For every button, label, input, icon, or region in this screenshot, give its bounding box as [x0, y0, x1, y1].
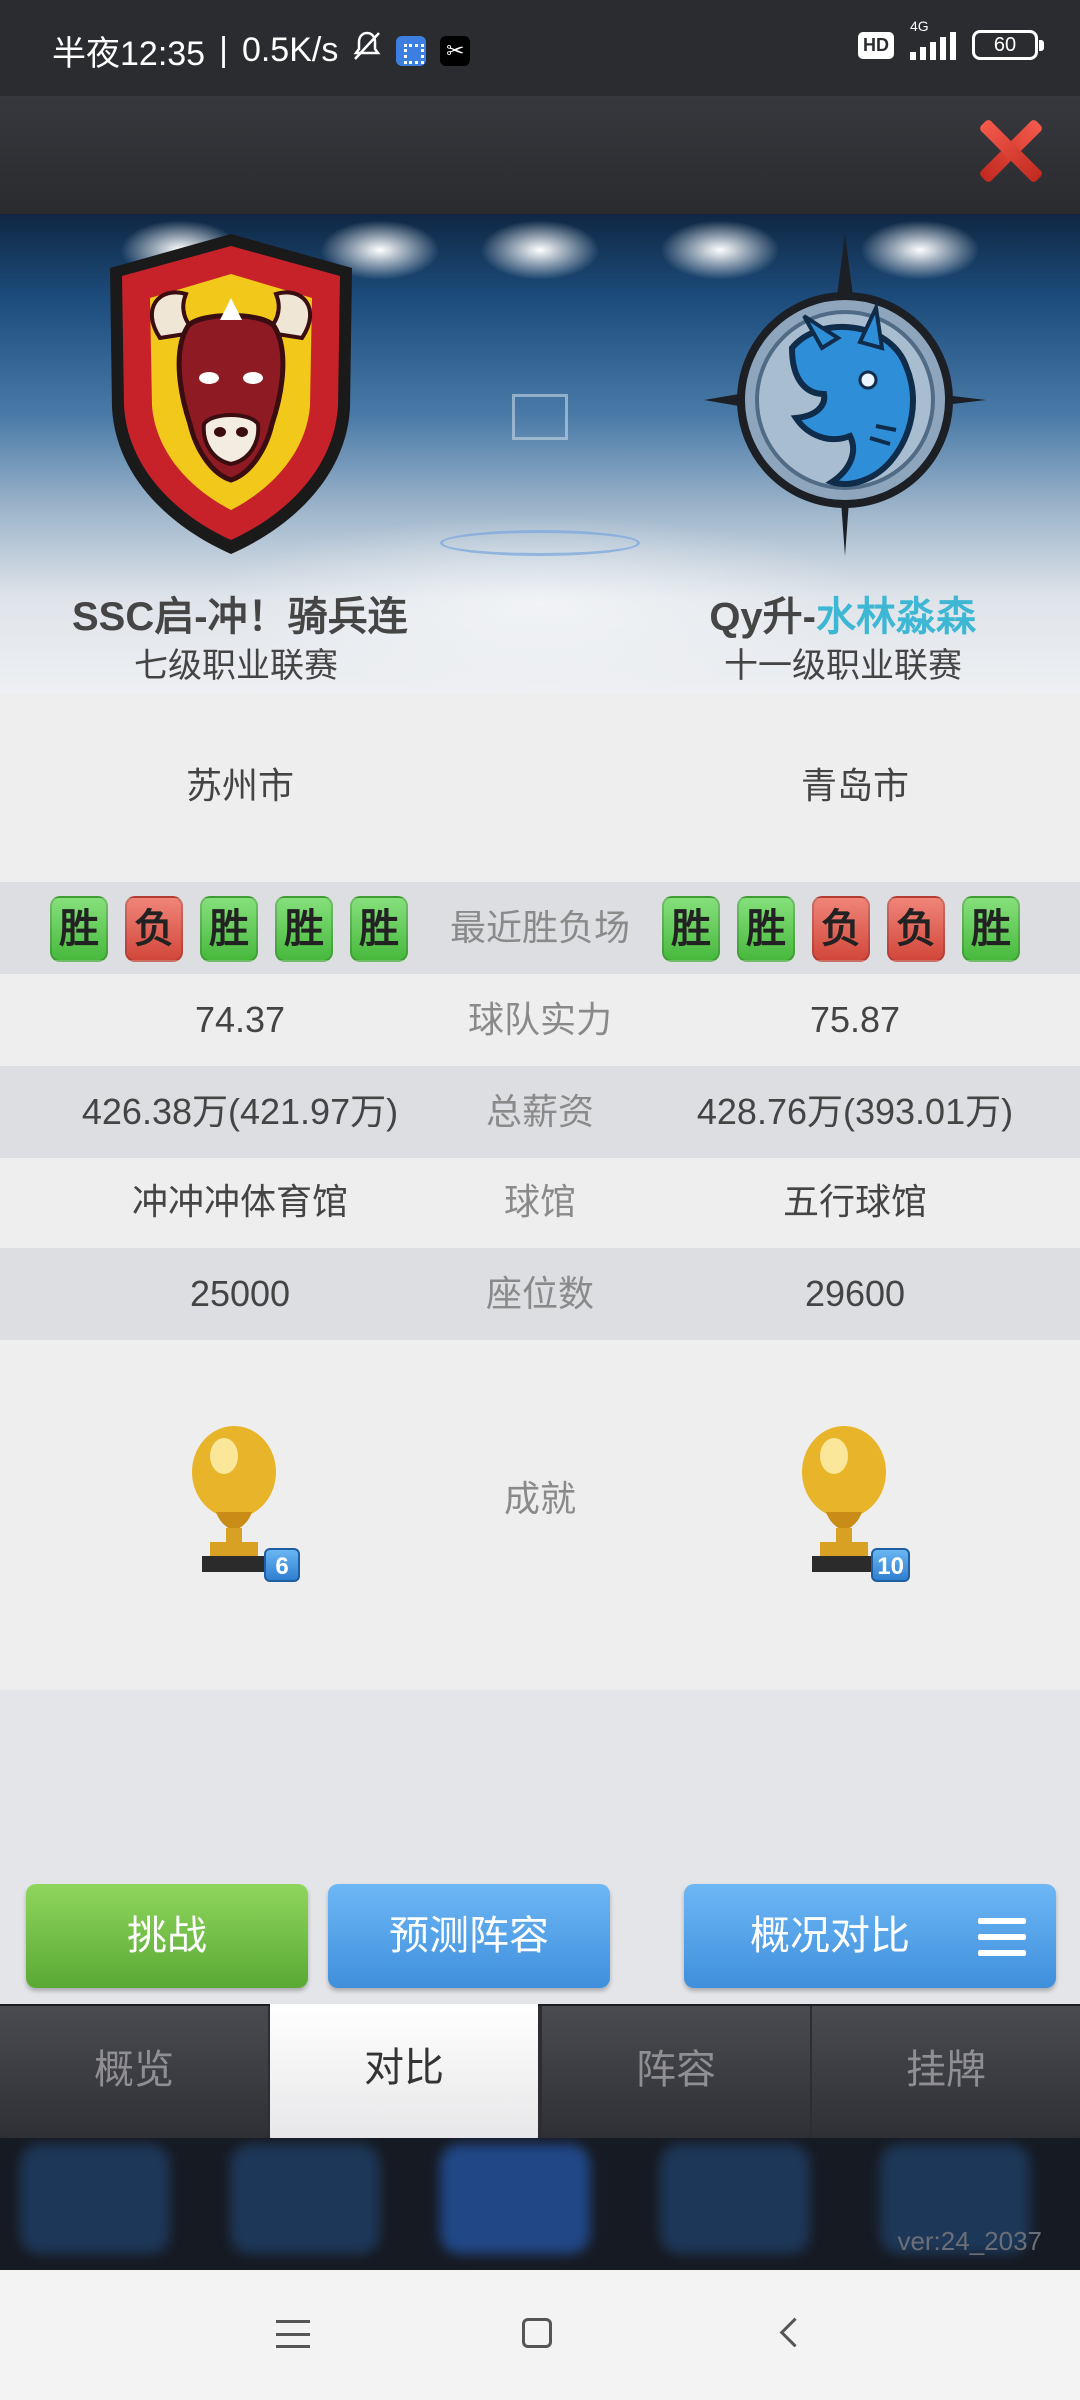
home-icon[interactable]: [522, 2318, 552, 2348]
home-strength: 74.37: [194, 999, 286, 1040]
home-seats: 25000: [189, 1273, 291, 1314]
tab-overview[interactable]: 概览: [0, 2006, 268, 2138]
away-team-name-highlight: 水林淼森: [816, 595, 976, 639]
battery-icon: 60: [972, 30, 1044, 60]
bison-shield-logo[interactable]: [100, 228, 362, 558]
salary-label: 总薪资: [485, 1091, 594, 1132]
seats-row: 25000 座位数 29600: [0, 1248, 1080, 1340]
away-team-name: Qy升-水林淼森: [709, 584, 976, 642]
away-arena: 五行球馆: [782, 1181, 927, 1222]
overview-compare-button[interactable]: 概况对比: [684, 1884, 1056, 1988]
home-trophy[interactable]: 6: [190, 1412, 300, 1582]
arena-label: 球馆: [503, 1181, 576, 1222]
away-recent-results: 胜 胜 负 负 胜: [662, 896, 1020, 962]
home-team-league: 七级职业联赛: [134, 647, 338, 685]
menu-icon: [978, 1918, 1026, 1956]
net-speed: 0.5K/s: [241, 31, 339, 69]
capcut-icon: ✂: [440, 35, 471, 66]
dragon-compass-logo[interactable]: [700, 230, 990, 560]
home-team-name: SSC启-冲！骑兵连: [72, 595, 408, 639]
away-trophy[interactable]: 10: [800, 1412, 910, 1582]
blurred-menu-icon: [20, 2144, 170, 2254]
seats-label: 座位数: [485, 1273, 594, 1314]
dialog-header: [0, 96, 1080, 214]
away-team-name-prefix: Qy升-: [709, 595, 816, 639]
back-icon[interactable]: [776, 2316, 800, 2350]
version-label: ver:24_2037: [897, 2226, 1042, 2256]
blurred-menu-icon: [440, 2144, 590, 2254]
recent-results-row: 胜 负 胜 胜 胜 最近胜负场 胜 胜 负 负 胜: [0, 882, 1080, 974]
tab-listing[interactable]: 挂牌: [812, 2006, 1080, 2138]
hd-badge: HD: [858, 31, 894, 59]
away-trophy-count: 10: [871, 1548, 910, 1582]
away-team-league: 十一级职业联赛: [724, 647, 962, 685]
arena-row: 冲冲冲体育馆 球馆 五行球馆: [0, 1156, 1080, 1248]
close-icon[interactable]: [976, 116, 1046, 186]
tab-bar: 概览 对比 阵容 挂牌: [0, 2004, 1080, 2144]
recent-results-label: 最近胜负场: [449, 907, 630, 948]
app-notification-icon: [396, 35, 427, 66]
recent-apps-icon[interactable]: [276, 2320, 310, 2348]
result-badge: 胜: [962, 896, 1020, 962]
overview-compare-label: 概况对比: [750, 1914, 910, 1958]
predict-lineup-button[interactable]: 预测阵容: [328, 1884, 610, 1988]
clock: 半夜12:35: [52, 35, 206, 73]
blurred-menu-icon: [660, 2144, 810, 2254]
home-recent-results: 胜 负 胜 胜 胜: [50, 896, 408, 962]
signal-icon: 4G: [910, 18, 956, 60]
away-seats: 29600: [804, 1273, 906, 1314]
result-badge: 胜: [200, 896, 258, 962]
achievements-row: 6 成就 10: [0, 1340, 1080, 1690]
tab-compare[interactable]: 对比: [270, 2004, 538, 2144]
away-salary: 428.76万(393.01万): [696, 1091, 1014, 1132]
result-badge: 胜: [737, 896, 795, 962]
achievements-label: 成就: [503, 1478, 576, 1519]
result-badge: 胜: [50, 896, 108, 962]
status-right: HD 4G 60: [858, 18, 1044, 60]
status-bar: 半夜12:35 | 0.5K/s ✂ HD 4G 60: [0, 0, 1080, 96]
salary-row: 426.38万(421.97万) 总薪资 428.76万(393.01万): [0, 1066, 1080, 1158]
bell-muted-icon: [352, 30, 382, 71]
background-menu-blurred: ver:24_2037: [0, 2138, 1080, 2270]
comparison-panel: 苏州市 青岛市 胜 负 胜 胜 胜 最近胜负场 胜 胜 负 负 胜 74.37 …: [0, 694, 1080, 2004]
home-city: 苏州市: [185, 765, 294, 806]
home-salary: 426.38万(421.97万): [81, 1091, 399, 1132]
city-row: 苏州市 青岛市: [0, 740, 1080, 832]
home-arena: 冲冲冲体育馆: [131, 1181, 348, 1222]
challenge-button[interactable]: 挑战: [26, 1884, 308, 1988]
system-navigation-bar: [0, 2270, 1080, 2400]
tab-lineup[interactable]: 阵容: [542, 2006, 810, 2138]
court-center-circle: [440, 530, 640, 556]
result-badge: 负: [887, 896, 945, 962]
basketball-hoop: [512, 394, 568, 440]
result-badge: 负: [812, 896, 870, 962]
away-city: 青岛市: [800, 765, 909, 806]
network-type: 4G: [910, 18, 929, 34]
status-left: 半夜12:35 | 0.5K/s ✂: [52, 26, 471, 75]
result-badge: 负: [125, 896, 183, 962]
strength-label: 球队实力: [467, 999, 612, 1040]
away-strength: 75.87: [809, 999, 901, 1040]
match-banner: SSC启-冲！骑兵连 Qy升-水林淼森 七级职业联赛 十一级职业联赛: [0, 214, 1080, 694]
result-badge: 胜: [662, 896, 720, 962]
arena-light: [480, 220, 600, 280]
result-badge: 胜: [275, 896, 333, 962]
blurred-menu-icon: [230, 2144, 380, 2254]
strength-row: 74.37 球队实力 75.87: [0, 974, 1080, 1066]
status-separator: |: [219, 31, 228, 69]
home-trophy-count: 6: [264, 1548, 300, 1582]
